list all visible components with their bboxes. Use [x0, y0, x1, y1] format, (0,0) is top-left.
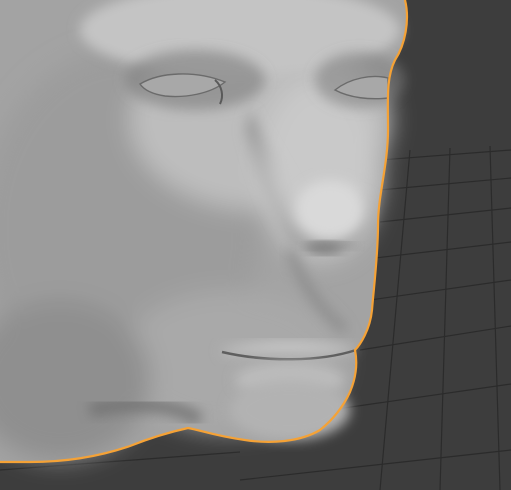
chin — [230, 380, 350, 440]
3d-viewport[interactable] — [0, 0, 511, 490]
viewport-scene[interactable] — [0, 0, 511, 490]
